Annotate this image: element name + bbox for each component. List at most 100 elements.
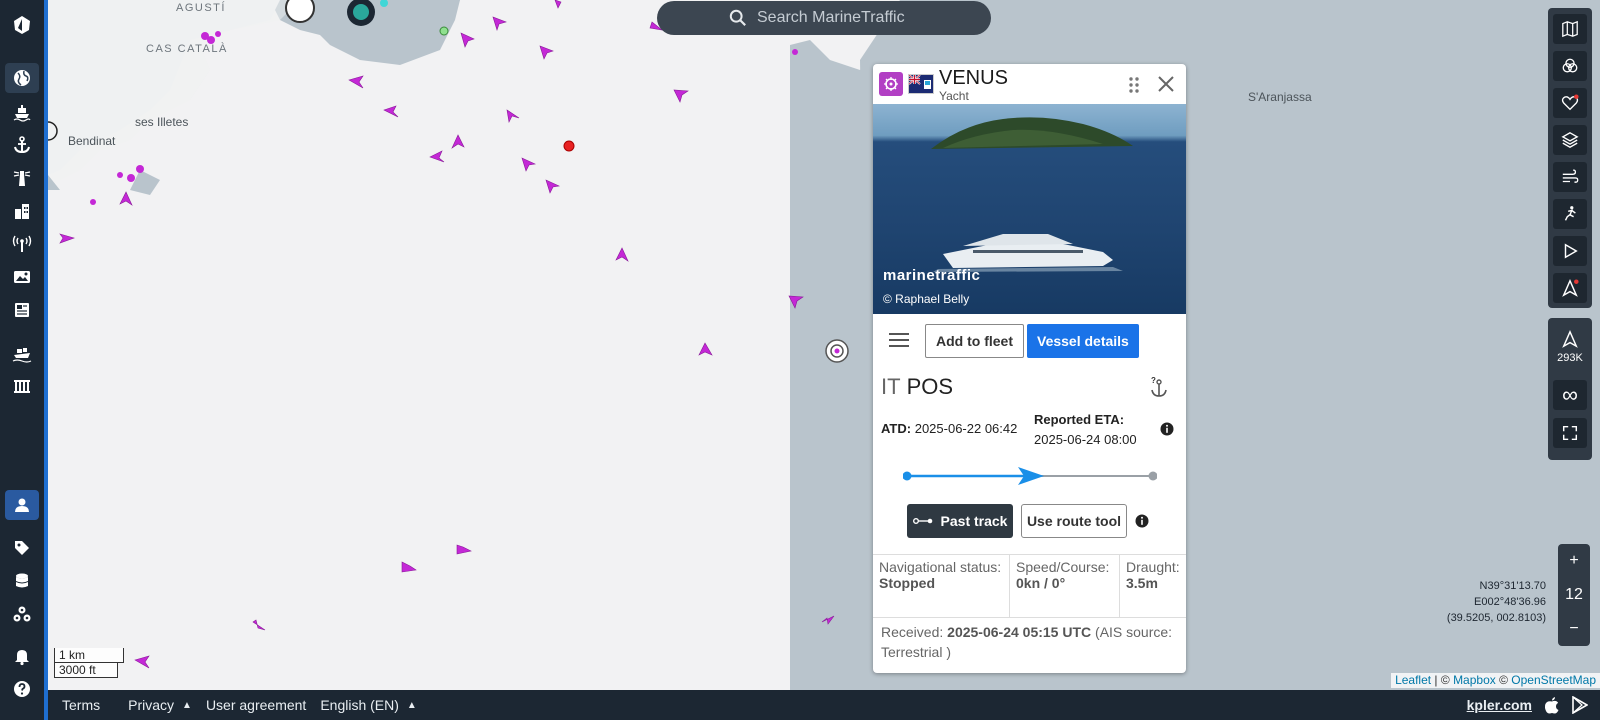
help-icon[interactable] [5,674,39,704]
menu-icon[interactable] [889,332,909,348]
vessel-marker[interactable] [563,140,575,152]
anchor-icon[interactable] [5,130,39,160]
info-icon[interactable] [1135,514,1149,528]
logo-icon[interactable] [5,10,39,40]
close-icon[interactable] [1156,74,1176,94]
place-label: ses Illetes [135,115,188,129]
chevron-up-icon[interactable]: ▲ [182,700,192,711]
selected-vessel-target[interactable] [825,339,849,363]
layers-icon[interactable] [1553,125,1587,155]
navigation-icon[interactable] [1553,273,1587,303]
received-value: 2025-06-24 05:15 UTC [947,624,1092,640]
map-tools-secondary: 293K ∞ [1548,318,1592,460]
route-to: POS [906,374,954,399]
use-route-tool-button[interactable]: Use route tool [1021,504,1127,538]
voyage-route: IT POS [881,374,953,400]
heart-icon[interactable] [1553,88,1587,118]
vessel-marker[interactable] [439,26,449,36]
vessel-marker[interactable] [215,31,221,37]
info-icon[interactable] [1160,422,1174,436]
atd-label: ATD: [881,421,912,436]
chevron-up-icon[interactable]: ▲ [407,700,417,711]
decimal-coords: (39.5205, 002.8103) [1446,612,1546,624]
svg-text:?: ? [1151,377,1156,385]
vessel-marker[interactable] [136,165,144,173]
building-icon[interactable] [5,196,39,226]
filter-icon[interactable] [1553,51,1587,81]
scale-ft: 3000 ft [54,663,118,678]
place-label: CAS CATALÀ [146,42,228,55]
port-icon[interactable] [5,371,39,401]
cluster-marker[interactable] [353,4,369,20]
vessel-marker[interactable] [792,49,798,55]
map-canvas[interactable]: AGUSTÍ CAS CATALÀ ses Illetes Bendinat S… [0,0,1600,720]
vessel-stats: Navigational status: Stopped Speed/Cours… [873,554,1186,618]
coordinates-readout: N39°31'13.70 E002°48'36.96 (39.5205, 002… [1447,578,1546,626]
past-track-label: Past track [940,513,1008,529]
vessel-marker[interactable] [90,199,96,205]
vessel-marker[interactable] [127,174,135,182]
antenna-icon[interactable] [5,229,39,259]
user-agreement-link[interactable]: User agreement [206,697,306,713]
leaflet-link[interactable]: Leaflet [1395,673,1431,687]
photo-icon[interactable] [5,262,39,292]
globe-icon[interactable] [5,63,39,93]
atd: ATD: 2025-06-22 06:42 [881,421,1017,436]
user-icon[interactable] [5,490,39,520]
apple-icon[interactable] [1544,696,1560,714]
ship-icon[interactable] [5,97,39,127]
lighthouse-icon[interactable] [5,163,39,193]
map-icon[interactable] [1553,14,1587,44]
cluster-marker[interactable] [285,0,315,23]
vessel-marker[interactable] [117,172,123,178]
privacy-link[interactable]: Privacy [128,697,174,713]
past-track-button[interactable]: Past track [907,504,1013,538]
play-icon[interactable] [1553,236,1587,266]
map-attribution: Leaflet | © Mapbox © OpenStreetMap [1391,673,1600,688]
tag-icon[interactable] [5,533,39,563]
eta-value: 2025-06-24 08:00 [1034,432,1137,447]
osm-link[interactable]: OpenStreetMap [1511,673,1596,687]
place-label: S'Aranjassa [1248,90,1312,104]
zoom-out-button[interactable]: − [1558,612,1590,646]
fullscreen-icon[interactable] [1553,418,1587,448]
measure-icon[interactable] [1553,199,1587,229]
photo-watermark: marinetraffic [883,267,981,284]
search-icon [729,9,746,26]
terms-link[interactable]: Terms [62,697,100,713]
news-icon[interactable] [5,295,39,325]
language-selector[interactable]: English (EN) [320,697,399,713]
vessel-actions: Add to fleet Vessel details [873,324,1186,358]
voyage-progress [903,467,1157,485]
place-label: Bendinat [68,134,116,148]
drag-handle-icon[interactable] [1128,76,1140,94]
nav-status-label: Navigational status: [879,559,1002,575]
vessel-details-button[interactable]: Vessel details [1027,324,1139,358]
route-from: IT [881,374,901,399]
search-bar[interactable]: Search MarineTraffic [657,1,991,35]
cargo-icon[interactable] [5,338,39,368]
vessel-marker[interactable] [207,36,215,44]
vessel-panel-header: VENUS Yacht [873,64,1186,104]
infinity-icon[interactable]: ∞ [1553,380,1587,410]
add-to-fleet-button[interactable]: Add to fleet [925,324,1024,358]
anchor-help-icon[interactable]: ? [1148,377,1170,399]
kpler-link[interactable]: kpler.com [1467,697,1532,713]
vessel-photo[interactable]: marinetraffic © Raphael Belly [873,104,1186,314]
mapbox-link[interactable]: Mapbox [1453,673,1496,687]
attrib-sep: © [1495,673,1512,687]
zoom-in-button[interactable]: + [1558,544,1590,578]
flag-icon [908,74,934,94]
api-icon[interactable] [5,599,39,629]
draught-value: 3.5m [1126,575,1158,591]
vessel-count-button[interactable]: 293K [1553,322,1587,372]
bell-icon[interactable] [5,641,39,671]
google-play-icon[interactable] [1572,696,1588,714]
nav-status: Navigational status: Stopped [873,555,1010,617]
track-icon [912,518,932,524]
yacht-type-icon [879,72,903,96]
zoom-level: 12 [1565,586,1583,603]
received-info: Received: 2025-06-24 05:15 UTC (AIS sour… [881,622,1181,662]
database-icon[interactable] [5,566,39,596]
wind-icon[interactable] [1553,162,1587,192]
